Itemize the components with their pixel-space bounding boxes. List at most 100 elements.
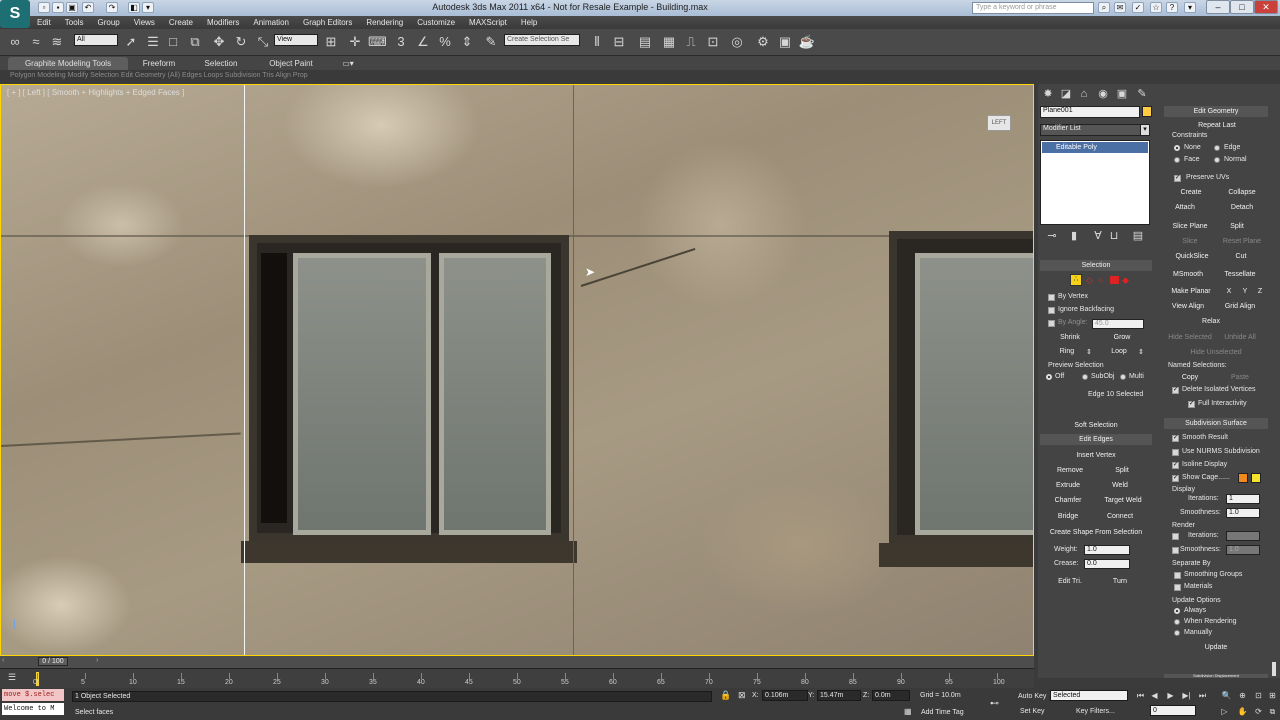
menu-views[interactable]: Views	[127, 16, 162, 29]
make-planar-button[interactable]: Make Planar	[1168, 286, 1214, 299]
help-dropdown-icon[interactable]: ▾	[1184, 2, 1196, 13]
subdivision-surface-rollout-header[interactable]: Subdivision Surface	[1164, 418, 1268, 429]
ring-spinner-icon[interactable]: ⇕	[1086, 348, 1092, 356]
slice-plane-button[interactable]: Slice Plane	[1170, 221, 1210, 234]
slice-button[interactable]: Slice	[1170, 236, 1210, 249]
split-checkbox-label[interactable]: Split	[1220, 221, 1254, 234]
percent-snap-icon[interactable]: %	[436, 33, 454, 51]
help-icon[interactable]: ?	[1166, 2, 1178, 13]
reset-plane-button[interactable]: Reset Plane	[1220, 236, 1264, 249]
x-coordinate-field[interactable]: 0.106m	[762, 690, 808, 701]
relax-button[interactable]: Relax	[1196, 316, 1226, 329]
full-interactivity-checkbox[interactable]: ✓	[1188, 401, 1195, 408]
open-file-icon[interactable]: ▪	[52, 2, 64, 13]
keyboard-shortcut-icon[interactable]: ⌨	[368, 33, 387, 51]
set-key-button[interactable]: Set Key	[1020, 708, 1045, 715]
communication-icon[interactable]: ✓	[1132, 2, 1144, 13]
modifier-list-dropdown[interactable]: Modifier List	[1040, 124, 1150, 136]
show-cage-checkbox[interactable]: ✓	[1172, 475, 1179, 482]
qat-dropdown-icon[interactable]: ▾	[142, 2, 154, 13]
chamfer-button[interactable]: Chamfer	[1048, 495, 1088, 508]
layer-manager-icon[interactable]: ▤	[636, 33, 654, 51]
auto-key-button[interactable]: Auto Key	[1018, 693, 1046, 700]
spinner-snap-icon[interactable]: ⇕	[458, 33, 476, 51]
ribbon-options-icon[interactable]: ▭▾	[338, 57, 358, 70]
chevron-down-icon[interactable]: ▾	[1140, 124, 1150, 136]
insert-vertex-button[interactable]: Insert Vertex	[1048, 450, 1144, 463]
render-smoothness-checkbox[interactable]	[1172, 547, 1179, 554]
use-nurms-checkbox[interactable]	[1172, 449, 1179, 456]
display-tab-icon[interactable]: ▣	[1114, 86, 1130, 102]
time-slider[interactable]: 0 / 100	[38, 657, 68, 666]
cage-color-swatch[interactable]	[1238, 473, 1248, 483]
play-icon[interactable]: ▶	[1164, 690, 1177, 701]
maxscript-listener-input[interactable]: move $.selec	[2, 689, 64, 701]
edge-mode-icon[interactable]: ◇	[1086, 275, 1096, 285]
display-smoothness-spinner[interactable]: 1.0	[1226, 508, 1260, 518]
mirror-icon[interactable]: ⫴	[588, 33, 606, 51]
make-unique-icon[interactable]: ∀	[1090, 228, 1106, 244]
panel-scrollbar[interactable]	[1272, 662, 1276, 676]
menu-rendering[interactable]: Rendering	[359, 16, 410, 29]
stack-item-editable-poly[interactable]: Editable Poly	[1042, 142, 1148, 153]
menu-edit[interactable]: Edit	[30, 16, 58, 29]
tab-graphite-modeling-tools[interactable]: Graphite Modeling Tools	[8, 57, 128, 70]
extrude-button[interactable]: Extrude	[1048, 480, 1088, 493]
selection-rollout-header[interactable]: Selection	[1040, 260, 1152, 271]
z-coordinate-field[interactable]: 0.0m	[872, 690, 910, 701]
detach-button[interactable]: Detach	[1220, 202, 1264, 215]
collapse-button[interactable]: Collapse	[1220, 187, 1264, 200]
hide-selected-button[interactable]: Hide Selected	[1166, 332, 1214, 345]
time-next-icon[interactable]: ›	[96, 657, 98, 664]
rendered-frame-icon[interactable]: ▣	[776, 33, 794, 51]
element-mode-icon[interactable]: ◆	[1122, 275, 1132, 285]
vertex-mode-icon[interactable]: ∴	[1070, 274, 1082, 286]
y-coordinate-field[interactable]: 15.47m	[817, 690, 861, 701]
edit-edges-rollout-header[interactable]: Edit Edges	[1040, 434, 1152, 445]
attach-button[interactable]: Attach	[1168, 202, 1202, 215]
maxscript-listener-output[interactable]: Welcome to M	[2, 703, 64, 715]
save-icon[interactable]: ▣	[66, 2, 78, 13]
tab-object-paint[interactable]: Object Paint	[256, 57, 326, 70]
motion-tab-icon[interactable]: ◉	[1095, 86, 1111, 102]
preview-multi-radio[interactable]	[1120, 374, 1126, 380]
border-mode-icon[interactable]: ○	[1098, 275, 1108, 285]
undo-icon[interactable]: ↶	[82, 2, 94, 13]
tab-selection[interactable]: Selection	[194, 57, 248, 70]
by-angle-spinner[interactable]: 45.0	[1092, 319, 1144, 329]
update-when-rendering-radio[interactable]	[1174, 619, 1180, 625]
favorites-icon[interactable]: ☆	[1150, 2, 1162, 13]
fov-icon[interactable]: ▷	[1218, 706, 1231, 717]
preview-off-radio[interactable]	[1046, 374, 1052, 380]
minimize-button[interactable]: –	[1206, 0, 1230, 14]
prev-frame-icon[interactable]: ◀	[1148, 690, 1161, 701]
cut-button[interactable]: Cut	[1224, 251, 1258, 264]
grow-button[interactable]: Grow	[1100, 332, 1144, 345]
show-end-result-icon[interactable]: ▮	[1066, 228, 1082, 244]
subscription-icon[interactable]: ✉	[1114, 2, 1126, 13]
planar-x-button[interactable]: X	[1224, 286, 1234, 299]
render-iterations-spinner[interactable]	[1226, 531, 1260, 541]
render-iterations-checkbox[interactable]	[1172, 533, 1179, 540]
redo-icon[interactable]: ↷	[106, 2, 118, 13]
grid-align-button[interactable]: Grid Align	[1218, 301, 1262, 314]
menu-group[interactable]: Group	[90, 16, 126, 29]
window-crossing-icon[interactable]: ⧉	[186, 33, 204, 51]
select-by-name-icon[interactable]: ☰	[144, 33, 162, 51]
current-frame-field[interactable]: 0	[1150, 705, 1196, 716]
quickslice-button[interactable]: QuickSlice	[1170, 251, 1214, 264]
preserve-uvs-checkbox[interactable]: ✓	[1174, 175, 1181, 182]
mini-curve-editor-icon[interactable]: ☰	[8, 672, 16, 683]
update-manually-radio[interactable]	[1174, 630, 1180, 636]
selected-edge-red[interactable]	[573, 85, 574, 655]
edit-named-sel-icon[interactable]: ✎	[482, 33, 500, 51]
angle-snap-icon[interactable]: ∠	[414, 33, 432, 51]
track-bar[interactable]: ☰ 0 5 10 15 20 25 30 35 40 45 50 55 60 65 70 75 80 85 90 95…	[0, 668, 1034, 688]
loop-button[interactable]: Loop	[1100, 346, 1138, 359]
paste-button[interactable]: Paste	[1220, 372, 1260, 385]
isoline-display-checkbox[interactable]: ✓	[1172, 462, 1179, 469]
planar-z-button[interactable]: Z	[1255, 286, 1265, 299]
create-shape-button[interactable]: Create Shape From Selection	[1044, 527, 1148, 540]
selection-filter-dropdown[interactable]: All	[74, 34, 118, 46]
render-smoothness-spinner[interactable]: 1.0	[1226, 545, 1260, 555]
